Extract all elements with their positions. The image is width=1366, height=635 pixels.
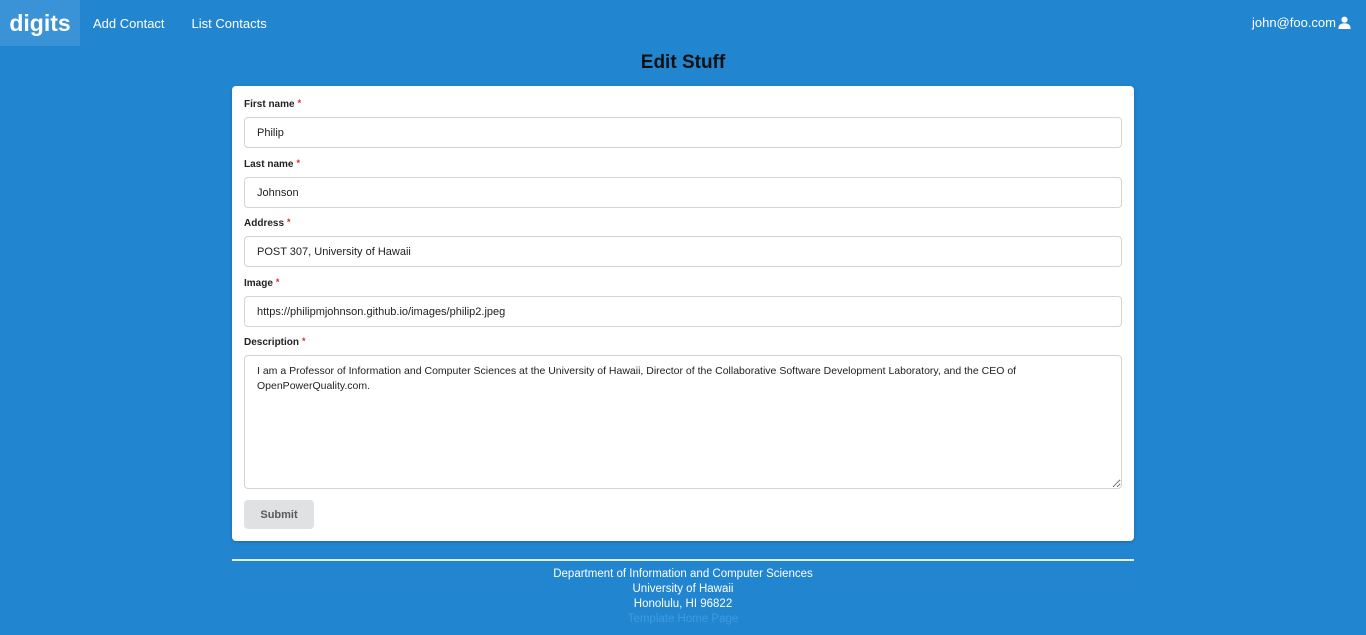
user-icon	[1338, 16, 1351, 29]
last-name-label-text: Last name	[244, 159, 294, 170]
first-name-input[interactable]	[244, 117, 1122, 148]
footer-university: University of Hawaii	[632, 583, 734, 595]
top-navbar: digits Add Contact List Contacts john@fo…	[0, 0, 1366, 46]
description-label: Description *	[244, 337, 1122, 351]
address-label-text: Address	[244, 218, 285, 229]
last-name-field: Last name *	[244, 159, 1122, 208]
submit-button[interactable]: Submit	[244, 500, 314, 529]
required-asterisk: *	[275, 277, 280, 287]
first-name-label: First name *	[244, 99, 1122, 113]
last-name-input[interactable]	[244, 177, 1122, 208]
description-label-text: Description	[244, 337, 300, 348]
brand-logo[interactable]: digits	[0, 0, 80, 46]
first-name-label-text: First name	[244, 99, 295, 110]
required-asterisk: *	[287, 217, 291, 227]
image-label-text: Image	[244, 278, 273, 289]
footer-department: Department of Information and Computer S…	[553, 568, 813, 580]
address-label: Address *	[244, 218, 1122, 232]
footer-address: Honolulu, HI 96822	[633, 598, 733, 610]
image-label: Image *	[244, 278, 1122, 292]
edit-form: First name * Last name * Address * Image…	[232, 86, 1134, 541]
last-name-label: Last name *	[244, 159, 1122, 173]
description-field: Description * I am a Professor of Inform…	[244, 337, 1122, 494]
address-field: Address *	[244, 218, 1122, 267]
required-asterisk: *	[297, 98, 302, 108]
address-input[interactable]	[244, 236, 1122, 267]
footer-divider	[232, 559, 1134, 561]
description-textarea[interactable]: I am a Professor of Information and Comp…	[244, 355, 1122, 489]
image-field: Image *	[244, 278, 1122, 327]
image-url-input[interactable]	[244, 296, 1122, 327]
required-asterisk: *	[302, 336, 306, 346]
user-menu[interactable]: john@foo.com	[1252, 15, 1351, 30]
footer: Department of Information and Computer S…	[0, 567, 1366, 627]
nav-add-contact[interactable]: Add Contact	[92, 16, 166, 31]
first-name-field: First name *	[244, 99, 1122, 148]
page-title: Edit Stuff	[640, 52, 726, 73]
nav-list-contacts[interactable]: List Contacts	[191, 16, 268, 31]
user-email: john@foo.com	[1251, 15, 1336, 30]
footer-home-link[interactable]: Template Home Page	[0, 612, 1366, 627]
required-asterisk: *	[296, 158, 300, 168]
